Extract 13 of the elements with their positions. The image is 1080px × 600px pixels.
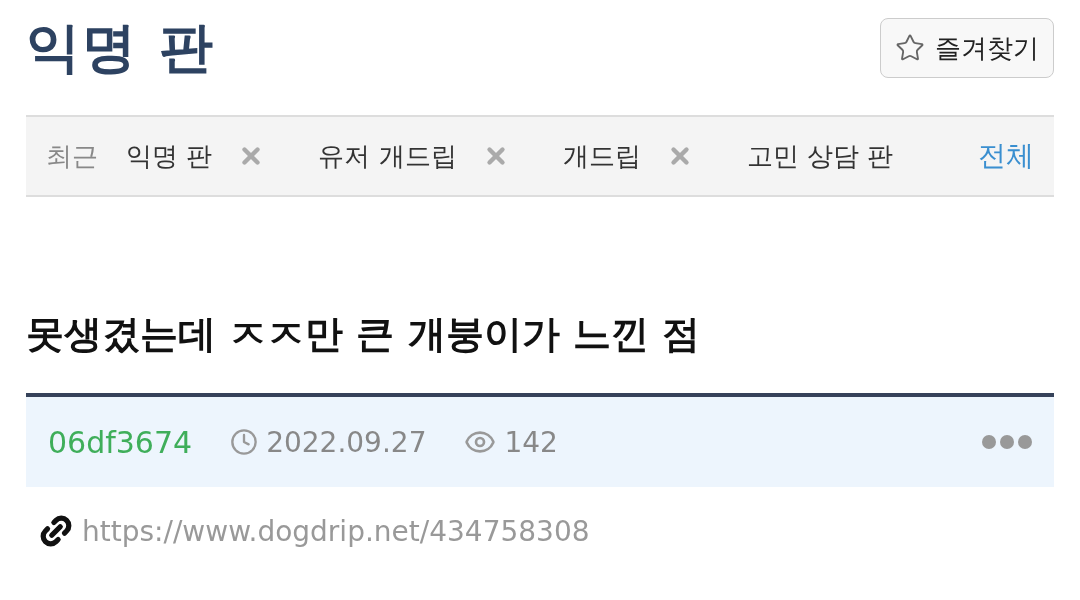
recent-label: 최근 (46, 139, 98, 173)
post-date: 2022.09.27 (266, 425, 427, 459)
clock-icon (230, 428, 259, 456)
recent-board-link[interactable]: 고민 상담 판 (746, 138, 894, 174)
board-title: 익명 판 (26, 14, 215, 81)
more-button[interactable] (982, 435, 1032, 449)
post-title: 못생겼는데 ㅈㅈ만 큰 개붕이가 느낀 점 (26, 311, 702, 358)
star-icon (895, 33, 925, 63)
recent-board-link[interactable]: 유저 개드립 (318, 138, 457, 174)
recent-board-link[interactable]: 익명 판 (126, 138, 213, 174)
view-count: 142 (504, 425, 558, 459)
recent-board-link[interactable]: 개드립 (562, 138, 641, 174)
favorite-button[interactable]: 즐겨찾기 (880, 18, 1054, 78)
